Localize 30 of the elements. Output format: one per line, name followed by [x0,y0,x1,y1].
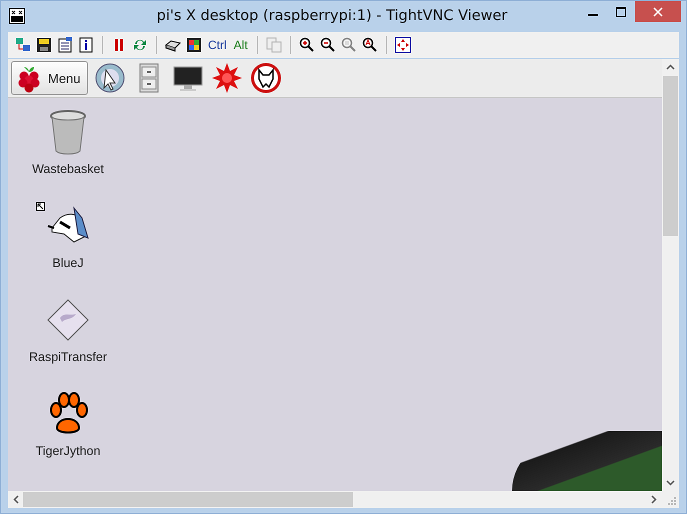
starburst-icon[interactable] [210,62,244,94]
desktop-icon-label: RaspiTransfer [28,350,108,364]
maximize-icon [616,6,626,16]
scroll-down-icon[interactable] [666,480,675,486]
resize-grip-icon[interactable] [667,496,676,505]
scroll-left-icon[interactable] [13,495,19,504]
window-title: pi's X desktop (raspberrypi:1) - TightVNC Viewer [156,7,508,26]
options-icon[interactable] [56,35,74,55]
toolbar-key-button[interactable]: Ctrl [206,35,229,55]
scroll-thumb[interactable] [663,76,678,236]
minimize-icon [588,14,598,16]
windows-flag-icon[interactable] [185,35,203,55]
info-icon[interactable] [77,35,95,55]
scroll-right-icon[interactable] [651,495,657,504]
desktop-icon-label: Wastebasket [32,162,104,176]
fullscreen-icon[interactable] [394,35,412,55]
toolbar-key-button[interactable]: Alt [232,35,250,55]
desktop-icon-label: BlueJ [52,256,84,270]
scroll-thumb[interactable] [23,492,353,507]
menu-button[interactable]: Menu [11,61,88,95]
desktop-icon-label: TigerJython [36,444,100,458]
vnc-logo-icon [9,8,25,24]
floppy-disk-icon[interactable] [35,35,53,55]
globe-icon[interactable] [94,62,127,94]
close-button[interactable] [635,1,681,22]
horizontal-scrollbar[interactable] [8,491,662,508]
scroll-up-icon[interactable] [666,64,675,70]
close-icon [653,6,663,16]
vertical-scrollbar[interactable] [662,59,679,491]
wolf-head-icon[interactable] [250,62,283,94]
